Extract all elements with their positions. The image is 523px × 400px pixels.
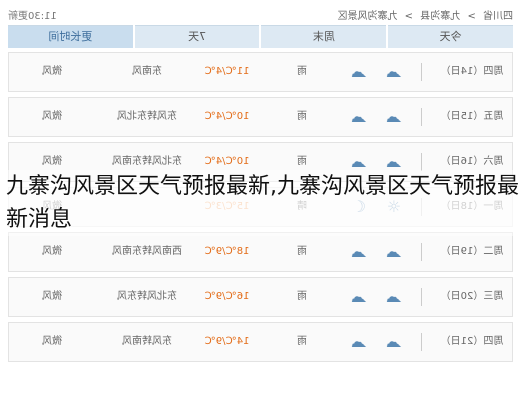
tab-weekend[interactable]: 周末 xyxy=(261,25,387,48)
wind-level: 微风 xyxy=(42,291,62,302)
cloud-icon: ☁ xyxy=(386,242,402,261)
article-title-overlay: 九寨沟风景区天气预报最新,九寨沟风景区天气预报最新消息 xyxy=(6,170,521,236)
wind-direction: 西南风转东南风 xyxy=(112,246,182,257)
tab-today[interactable]: 今天 xyxy=(388,25,513,48)
crumb-province[interactable]: 四川省 xyxy=(483,11,513,22)
crumb-sep: > xyxy=(404,11,414,22)
temperature: 14℃/9℃ xyxy=(204,336,250,347)
forecast-row[interactable]: 周四（21日） ☁ ☁ 雨 14℃/9℃ 东风转南风 微风 xyxy=(8,322,513,362)
temperature: 11℃/4℃ xyxy=(204,66,250,77)
wind-direction: 东风转东北风 xyxy=(117,111,177,122)
wind-level: 微风 xyxy=(42,336,62,347)
wind-direction: 东北风转东风 xyxy=(117,291,177,302)
cloud-icon: ☁ xyxy=(351,107,367,126)
wind-level: 微风 xyxy=(42,66,62,77)
breadcrumb-trail: 四川省 > 九寨沟县 > 九寨沟风景区 xyxy=(333,7,513,22)
wind-direction: 东风转南风 xyxy=(122,336,172,347)
row-date: 周四（21日） xyxy=(440,336,504,347)
divider xyxy=(421,333,422,351)
cloud-icon: ☁ xyxy=(386,62,402,81)
wind-direction: 东南风 xyxy=(132,66,162,77)
divider xyxy=(421,108,422,126)
forecast-row[interactable]: 周四（14日） ☁ ☁ 雨 11℃/4℃ 东南风 微风 xyxy=(8,52,513,92)
forecast-row[interactable]: 周二（19日） ☁ ☁ 雨 18℃/9℃ 西南风转东南风 微风 xyxy=(8,232,513,272)
forecast-row[interactable]: 周三（20日） ☁ ☁ 雨 16℃/9℃ 东北风转东风 微风 xyxy=(8,277,513,317)
divider xyxy=(421,243,422,261)
crumb-county[interactable]: 九寨沟县 xyxy=(420,11,460,22)
crumb-sep: > xyxy=(467,11,476,22)
crumb-scenic-area: 九寨沟风景区 xyxy=(337,11,398,22)
weather-text: 雨 xyxy=(297,291,307,302)
wind-level: 微风 xyxy=(42,111,62,122)
row-date: 周四（14日） xyxy=(440,66,504,77)
forecast-tabs: 今天 周末 7天 更长时间 xyxy=(8,25,513,48)
weather-text: 雨 xyxy=(297,336,307,347)
row-date: 周二（19日） xyxy=(440,246,504,257)
row-date: 周三（20日） xyxy=(440,291,504,302)
wind-level: 微风 xyxy=(42,246,62,257)
temperature: 16℃/9℃ xyxy=(204,291,250,302)
cloud-icon: ☁ xyxy=(386,287,402,306)
divider xyxy=(421,288,422,306)
tab-longer[interactable]: 更长时间 xyxy=(8,25,133,48)
weather-text: 雨 xyxy=(297,111,307,122)
cloud-icon: ☁ xyxy=(351,332,367,351)
divider xyxy=(421,63,422,81)
forecast-row[interactable]: 周五（15日） ☁ ☁ 雨 10℃/4℃ 东风转东北风 微风 xyxy=(8,97,513,137)
update-time: 11:30更新 xyxy=(8,11,57,22)
temperature: 10℃/4℃ xyxy=(204,111,250,122)
tab-7days[interactable]: 7天 xyxy=(134,25,260,48)
cloud-icon: ☁ xyxy=(386,332,402,351)
weather-text: 雨 xyxy=(297,66,307,77)
cloud-icon: ☁ xyxy=(351,242,367,261)
temperature: 18℃/9℃ xyxy=(204,246,250,257)
cloud-icon: ☁ xyxy=(351,62,367,81)
cloud-icon: ☁ xyxy=(351,287,367,306)
row-date: 周五（15日） xyxy=(440,111,504,122)
breadcrumb: 四川省 > 九寨沟县 > 九寨沟风景区 11:30更新 xyxy=(8,6,513,22)
weather-text: 雨 xyxy=(297,246,307,257)
divider xyxy=(421,153,422,171)
cloud-icon: ☁ xyxy=(386,107,402,126)
